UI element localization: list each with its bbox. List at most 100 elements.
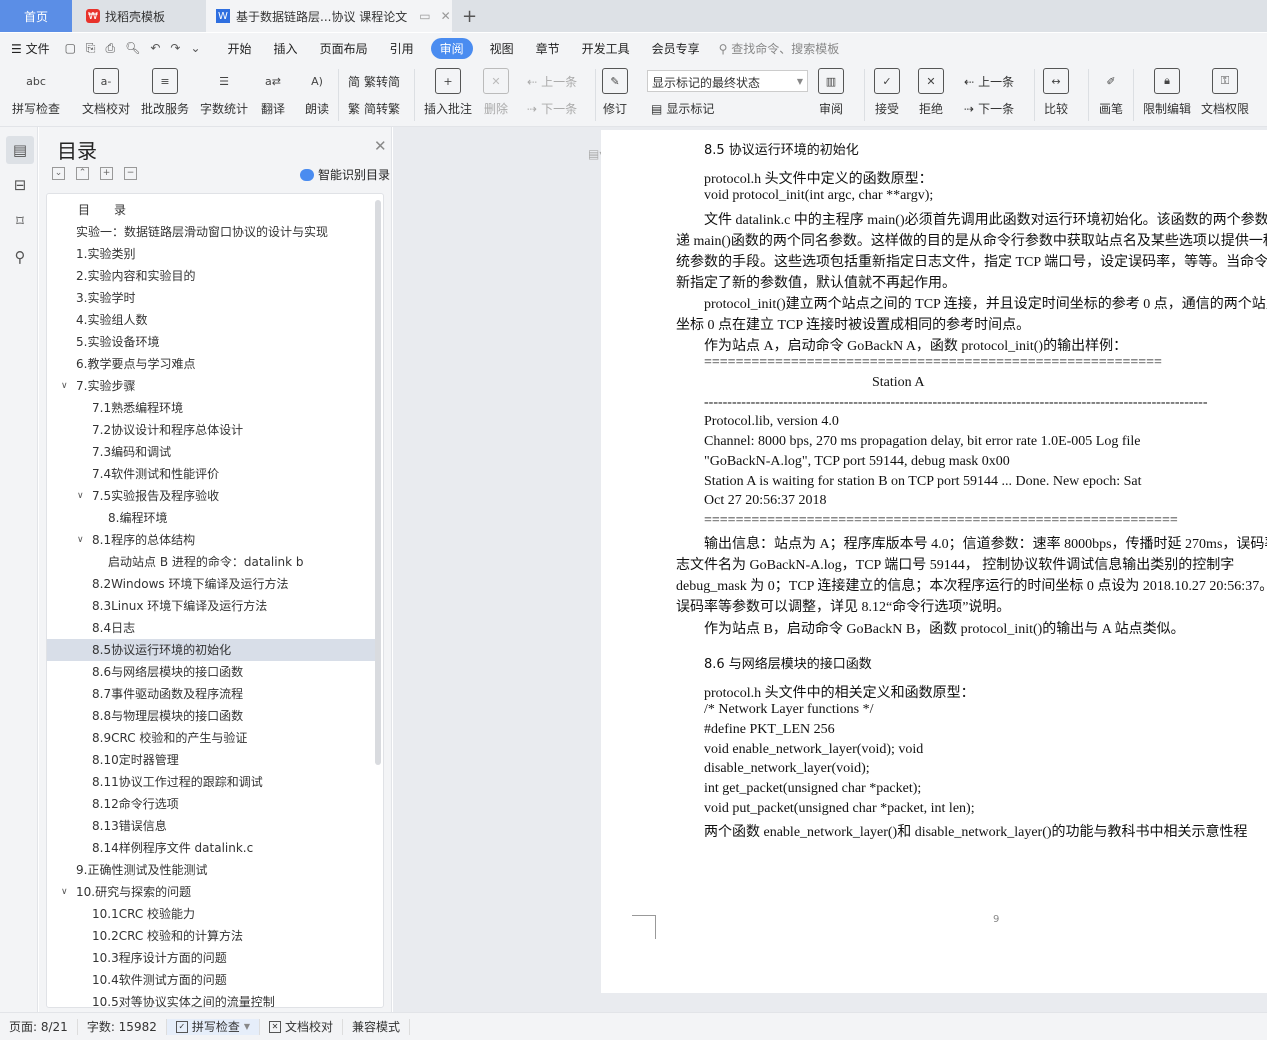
toc-item[interactable]: 8.2Windows 环境下编译及运行方法 <box>47 573 377 595</box>
chevron-down-icon[interactable]: ∨ <box>77 485 84 507</box>
show-markup-button[interactable]: ▤ 显示标记 <box>651 100 714 117</box>
markup-state-select[interactable]: 显示标记的最终状态 ▼ <box>647 70 808 92</box>
accept-button[interactable]: ✓ 接受 <box>874 68 900 117</box>
spell-check-button[interactable]: abc 拼写检查 <box>12 68 60 117</box>
menu-developer[interactable]: 开发工具 <box>571 40 641 57</box>
trad-to-simp-button[interactable]: 简繁转简 <box>348 73 400 90</box>
next-comment-button[interactable]: ⇢ 下一条 <box>527 100 577 117</box>
expand-all-icon[interactable]: + <box>100 167 113 180</box>
tab-document[interactable]: W 基于数据链路层...协议 课程论文 ▭ ✕ <box>206 0 452 32</box>
toc-item[interactable]: 启动站点 B 进程的命令：datalink b <box>47 551 377 573</box>
toc-item[interactable]: 8.5协议运行环境的初始化 <box>47 639 377 661</box>
menu-insert[interactable]: 插入 <box>263 40 309 57</box>
simp-to-trad-button[interactable]: 繁简转繁 <box>348 100 400 117</box>
toc-item[interactable]: 9.正确性测试及性能测试 <box>47 859 377 881</box>
toc-item[interactable]: ∨ 8.1程序的总体结构 <box>47 529 377 551</box>
word-count[interactable]: 字数: 15982 <box>78 1018 167 1035</box>
delete-comment-button[interactable]: ✕ 删除 <box>483 68 509 117</box>
toc-item[interactable]: 8.7事件驱动函数及程序流程 <box>47 683 377 705</box>
toc-scrollbar[interactable] <box>375 200 381 765</box>
bookmark-icon[interactable]: ⌑ <box>6 207 34 235</box>
toc-item[interactable]: 10.2CRC 校验和的计算方法 <box>47 925 377 947</box>
chapter-nav-icon[interactable]: ⊟ <box>6 171 34 199</box>
compare-button[interactable]: ↔ 比较 <box>1043 68 1069 117</box>
chevron-down-icon[interactable]: ∨ <box>61 375 68 397</box>
toc-item[interactable]: 8.12命令行选项 <box>47 793 377 815</box>
toc-item[interactable]: 实验一：数据链路层滑动窗口协议的设计与实现 <box>47 221 377 243</box>
toc-item[interactable]: ∨ 7.5实验报告及程序验收 <box>47 485 377 507</box>
toc-item[interactable]: 3.实验学时 <box>47 287 377 309</box>
toc-item[interactable]: 8.9CRC 校验和的产生与验证 <box>47 727 377 749</box>
translate-button[interactable]: a⇄ 翻译 <box>260 68 286 117</box>
toc-item[interactable]: 8.10定时器管理 <box>47 749 377 771</box>
quick-access-icons[interactable]: ▢⎘⎙🔍︎↶↷⌄ <box>65 41 211 56</box>
insert-comment-button[interactable]: + 插入批注 <box>424 68 472 117</box>
doc-permission-button[interactable]: ⚿ 文档权限 <box>1201 68 1249 117</box>
collapse-up-icon[interactable]: ⌃ <box>76 167 89 180</box>
toc-item[interactable]: 7.2协议设计和程序总体设计 <box>47 419 377 441</box>
toc-item[interactable]: 7.3编码和调试 <box>47 441 377 463</box>
toc-item[interactable]: 8.4日志 <box>47 617 377 639</box>
file-menu[interactable]: ☰ 文件 <box>0 40 61 57</box>
toc-item[interactable]: ∨ 7.实验步骤 <box>47 375 377 397</box>
toc-item[interactable]: 目 录 <box>47 199 377 221</box>
float-window-icon[interactable]: ▭ <box>419 9 430 23</box>
command-search[interactable]: ⚲ 查找命令、搜索模板 <box>719 40 840 57</box>
collapse-all-icon[interactable]: − <box>124 167 137 180</box>
search-icon[interactable]: ⚲ <box>6 243 34 271</box>
tab-templates[interactable]: ₩ 找稻壳模板 <box>74 0 202 32</box>
toc-item[interactable]: 8.8与物理层模块的接口函数 <box>47 705 377 727</box>
close-icon[interactable]: ✕ <box>374 137 387 155</box>
toc-item[interactable]: 8.3Linux 环境下编译及运行方法 <box>47 595 377 617</box>
menu-view[interactable]: 视图 <box>479 40 525 57</box>
read-aloud-button[interactable]: A) 朗读 <box>304 68 330 117</box>
menu-start[interactable]: 开始 <box>217 40 263 57</box>
toc-item[interactable]: 10.1CRC 校验能力 <box>47 903 377 925</box>
status-spell-check[interactable]: ✓ 拼写检查 ▼ <box>166 1018 261 1035</box>
expand-down-icon[interactable]: ⌄ <box>52 167 65 180</box>
toc-item[interactable]: 5.实验设备环境 <box>47 331 377 353</box>
smart-toc-button[interactable]: 智能识别目录 <box>300 166 390 183</box>
new-tab-button[interactable]: + <box>462 0 477 32</box>
track-changes-button[interactable]: ✎ 修订 <box>602 68 628 117</box>
prev-comment-button[interactable]: ⇠ 上一条 <box>527 73 577 90</box>
prev-change-button[interactable]: ⇠ 上一条 <box>964 73 1014 90</box>
toc-item[interactable]: 7.1熟悉编程环境 <box>47 397 377 419</box>
restrict-edit-button[interactable]: 🔒︎ 限制编辑 <box>1143 68 1191 117</box>
ribbon-overflow[interactable]: 文 <box>1260 68 1267 117</box>
reject-button[interactable]: ✕ 拒绝 <box>918 68 944 117</box>
toc-item[interactable]: 1.实验类别 <box>47 243 377 265</box>
close-tab-icon[interactable]: ✕ <box>441 9 451 23</box>
toc-item[interactable]: 10.3程序设计方面的问题 <box>47 947 377 969</box>
toc-item[interactable]: 8.13错误信息 <box>47 815 377 837</box>
menu-references[interactable]: 引用 <box>379 40 425 57</box>
toc-item[interactable]: 8.6与网络层模块的接口函数 <box>47 661 377 683</box>
toc-item[interactable]: 8.14样例程序文件 datalink.c <box>47 837 377 859</box>
toc-nav-icon[interactable]: ▤ <box>6 136 34 164</box>
page-indicator[interactable]: 页面: 8/21 <box>0 1018 78 1035</box>
next-change-button[interactable]: ⇢ 下一条 <box>964 100 1014 117</box>
toc-item[interactable]: 10.4软件测试方面的问题 <box>47 969 377 991</box>
toc-item[interactable]: ∨ 10.研究与探索的问题 <box>47 881 377 903</box>
toc-item[interactable]: 6.教学要点与学习难点 <box>47 353 377 375</box>
menu-member[interactable]: 会员专享 <box>641 40 711 57</box>
toc-item[interactable]: 8.11协议工作过程的跟踪和调试 <box>47 771 377 793</box>
chevron-down-icon[interactable]: ∨ <box>61 881 68 903</box>
menu-layout[interactable]: 页面布局 <box>309 40 379 57</box>
toc-item[interactable]: 2.实验内容和实验目的 <box>47 265 377 287</box>
menu-section[interactable]: 章节 <box>525 40 571 57</box>
pen-button[interactable]: ✐ 画笔 <box>1098 68 1124 117</box>
menu-review[interactable]: 审阅 <box>430 37 473 59</box>
toc-item[interactable]: 4.实验组人数 <box>47 309 377 331</box>
toc-item[interactable]: 10.5对等协议实体之间的流量控制 <box>47 991 377 1007</box>
toc-item[interactable]: 8.编程环境 <box>47 507 377 529</box>
correct-service-button[interactable]: ≡ 批改服务 <box>141 68 189 117</box>
status-doc-proof[interactable]: ✕ 文档校对 <box>260 1018 344 1035</box>
toc-item[interactable]: 7.4软件测试和性能评价 <box>47 463 377 485</box>
chevron-down-icon[interactable]: ∨ <box>77 529 84 551</box>
tab-home[interactable]: 首页 <box>0 0 72 32</box>
review-pane-button[interactable]: ▥ 审阅 <box>818 68 844 117</box>
doc-proof-button[interactable]: a- 文档校对 <box>82 68 130 117</box>
word-count-button[interactable]: ☰ 字数统计 <box>200 68 248 117</box>
document-page[interactable]: 8.5 协议运行环境的初始化 protocol.h 头文件中定义的函数原型： voi… <box>601 130 1267 993</box>
